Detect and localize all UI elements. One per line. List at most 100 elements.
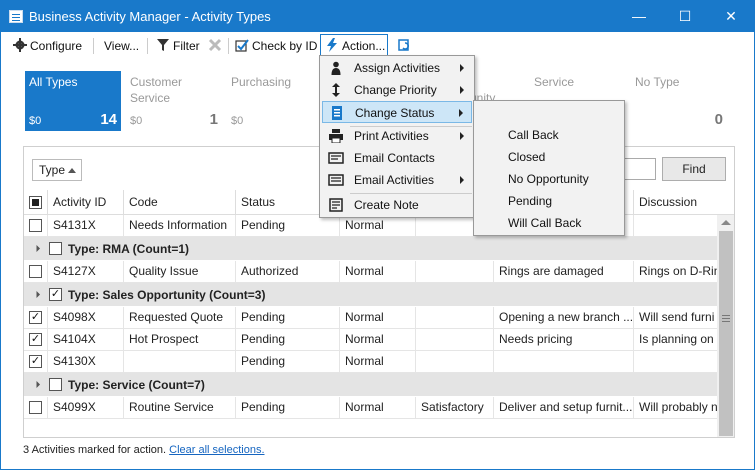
- group-by-label: Type: [39, 163, 66, 177]
- maximize-button[interactable]: ☐: [662, 1, 708, 32]
- cell-activity-id: S4104X: [48, 329, 124, 351]
- row-checkbox[interactable]: [29, 219, 42, 232]
- view-button[interactable]: View...: [104, 37, 139, 55]
- submenu-arrow-icon: [460, 132, 464, 140]
- clear-filter-button[interactable]: [208, 37, 225, 55]
- menu-item-label: Create Note: [354, 198, 419, 212]
- menu-item-label: Assign Activities: [354, 61, 441, 75]
- row-checkbox[interactable]: ✓: [29, 333, 42, 346]
- action-label: Action...: [342, 39, 386, 53]
- email-contacts-icon: [328, 152, 344, 164]
- table-row[interactable]: S4099X Routine Service Pending Normal Sa…: [24, 397, 717, 419]
- collapse-icon[interactable]: [32, 244, 41, 253]
- submenu-arrow-icon: [459, 109, 463, 117]
- cell-priority: Normal: [340, 397, 416, 419]
- group-label: Type: RMA (Count=1): [68, 242, 189, 256]
- cell-activity-id: S4099X: [48, 397, 124, 419]
- row-checkbox[interactable]: ✓: [29, 355, 42, 368]
- table-row[interactable]: S4127X Quality Issue Authorized Normal R…: [24, 261, 717, 283]
- collapse-icon[interactable]: [32, 380, 41, 389]
- submenu-arrow-icon: [460, 86, 464, 94]
- row-checkbox[interactable]: [29, 401, 42, 414]
- close-button[interactable]: ✕: [708, 1, 754, 32]
- menu-item-assign-activities[interactable]: Assign Activities: [322, 57, 472, 79]
- clear-selections-link[interactable]: Clear all selections.: [169, 444, 264, 456]
- status-bar: 3 Activities marked for action. Clear al…: [23, 444, 265, 456]
- filter-label: Filter: [173, 39, 200, 53]
- status-option-pending[interactable]: Pending: [476, 190, 552, 212]
- configure-label: Configure: [30, 39, 83, 53]
- group-label: Type: Service (Count=7): [68, 378, 205, 392]
- category-no-type[interactable]: No Type 0: [631, 71, 727, 131]
- column-header-discussion[interactable]: Discussion: [634, 190, 734, 215]
- cell-priority: Normal: [340, 351, 416, 373]
- column-header-code[interactable]: Code: [124, 190, 236, 215]
- cell-subject: Opening a new branch ...: [494, 307, 634, 329]
- menu-item-label: Change Status: [355, 106, 435, 120]
- cell-code: Routine Service: [124, 397, 236, 419]
- menu-item-print-activities[interactable]: Print Activities: [322, 125, 472, 147]
- cell-priority: Normal: [340, 261, 416, 283]
- group-by-type-button[interactable]: Type: [32, 159, 82, 181]
- status-option-no-opportunity[interactable]: No Opportunity: [476, 168, 589, 190]
- cell-result: Satisfactory: [416, 397, 494, 419]
- lightning-icon: [327, 38, 337, 52]
- status-option-will-call-back[interactable]: Will Call Back: [476, 212, 581, 234]
- category-all-types[interactable]: All Types $0 14: [25, 71, 121, 131]
- change-status-submenu: Call Back Closed No Opportunity Pending …: [473, 100, 625, 236]
- scroll-up-icon[interactable]: [721, 220, 731, 225]
- group-checkbox[interactable]: [49, 378, 62, 391]
- cell-result: [416, 351, 494, 373]
- group-row-sales-opportunity[interactable]: ✓ Type: Sales Opportunity (Count=3): [24, 283, 717, 307]
- person-icon: [331, 61, 341, 75]
- menu-item-create-note[interactable]: Create Note: [322, 194, 472, 216]
- menu-item-label: Email Activities: [354, 173, 435, 187]
- scrollbar-thumb[interactable]: [719, 231, 733, 436]
- check-edit-icon: [235, 39, 249, 52]
- status-option-call-back[interactable]: Call Back: [476, 124, 559, 146]
- collapse-icon[interactable]: [32, 290, 41, 299]
- status-option-closed[interactable]: Closed: [476, 146, 545, 168]
- vertical-scrollbar[interactable]: [717, 215, 734, 437]
- menu-item-email-contacts[interactable]: Email Contacts: [322, 147, 472, 169]
- group-checkbox[interactable]: [49, 242, 62, 255]
- category-customer-service[interactable]: Customer Service $0 1: [126, 71, 222, 131]
- menu-item-change-status[interactable]: Change Status: [322, 101, 472, 123]
- priority-arrows-icon: [332, 83, 340, 97]
- minimize-button[interactable]: —: [616, 1, 662, 32]
- group-label: Type: Sales Opportunity (Count=3): [68, 288, 266, 302]
- select-all-checkbox[interactable]: [29, 196, 42, 209]
- table-row[interactable]: ✓ S4130X Pending Normal: [24, 351, 717, 373]
- group-row-rma[interactable]: Type: RMA (Count=1): [24, 237, 717, 261]
- menu-item-email-activities[interactable]: Email Activities: [322, 169, 472, 191]
- cell-status: Pending: [236, 307, 340, 329]
- configure-button[interactable]: Configure: [13, 37, 82, 55]
- table-row[interactable]: ✓ S4104X Hot Prospect Pending Normal Nee…: [24, 329, 717, 351]
- refresh-icon: [398, 39, 409, 51]
- category-purchasing[interactable]: Purchasing $0 2: [227, 71, 327, 131]
- title-bar[interactable]: Business Activity Manager - Activity Typ…: [1, 1, 754, 32]
- category-name: No Type: [635, 75, 680, 89]
- window-title: Business Activity Manager - Activity Typ…: [29, 9, 271, 24]
- cell-result: [416, 307, 494, 329]
- group-checkbox[interactable]: ✓: [49, 288, 62, 301]
- column-header-activity-id[interactable]: Activity ID: [48, 190, 124, 215]
- row-checkbox[interactable]: ✓: [29, 311, 42, 324]
- filter-button[interactable]: Filter: [156, 37, 200, 55]
- table-row[interactable]: ✓ S4098X Requested Quote Pending Normal …: [24, 307, 717, 329]
- cell-subject: [494, 351, 634, 373]
- find-button[interactable]: Find: [662, 157, 726, 181]
- menu-item-change-priority[interactable]: Change Priority: [322, 79, 472, 101]
- cell-code: Hot Prospect: [124, 329, 236, 351]
- select-all-header[interactable]: [24, 190, 48, 215]
- cell-priority: Normal: [340, 307, 416, 329]
- row-checkbox[interactable]: [29, 265, 42, 278]
- submenu-arrow-icon: [460, 64, 464, 72]
- cell-activity-id: S4127X: [48, 261, 124, 283]
- category-count: 14: [100, 111, 117, 128]
- cell-subject: Needs pricing: [494, 329, 634, 351]
- status-icon: [332, 106, 342, 120]
- group-row-service[interactable]: Type: Service (Count=7): [24, 373, 717, 397]
- refresh-button[interactable]: [398, 37, 415, 55]
- check-by-id-button[interactable]: Check by ID: [235, 37, 317, 55]
